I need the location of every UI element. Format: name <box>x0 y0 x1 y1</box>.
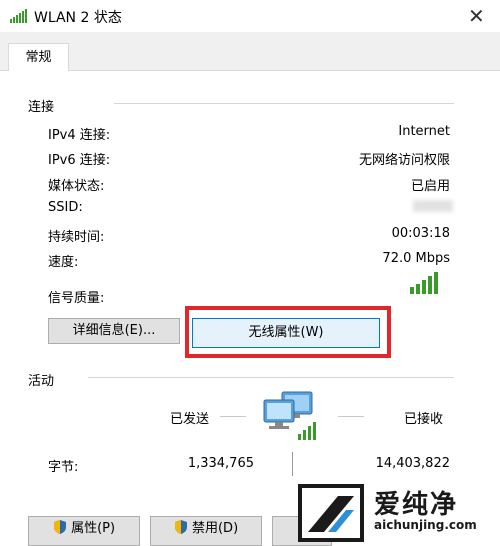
activity-group-divider <box>88 377 454 378</box>
signal-strength-icon <box>410 272 438 294</box>
ipv4-value: Internet <box>398 124 450 139</box>
bytes-received-value: 14,403,822 <box>375 456 450 471</box>
signal-quality-label: 信号质量: <box>48 291 105 306</box>
connection-group-divider <box>114 103 454 104</box>
activity-group-title: 活动 <box>28 374 55 389</box>
details-button[interactable]: 详细信息(E)... <box>48 318 180 344</box>
bytes-sent-value: 1,334,765 <box>187 456 254 471</box>
network-computers-icon <box>263 391 316 440</box>
bytes-label: 字节: <box>48 460 79 475</box>
wifi-signal-icon <box>10 9 27 23</box>
watermark-logo-icon <box>298 484 364 542</box>
shield-icon <box>174 520 187 534</box>
ipv6-label: IPv6 连接: <box>48 153 111 168</box>
received-label: 已接收 <box>404 412 444 427</box>
ssid-label: SSID: <box>48 200 83 215</box>
ssid-value-redacted <box>413 200 453 212</box>
sent-connector <box>220 416 246 417</box>
ipv4-label: IPv4 连接: <box>48 128 111 143</box>
tab-general[interactable]: 常规 <box>8 43 69 71</box>
media-state-label: 媒体状态: <box>48 179 105 194</box>
sent-label: 已发送 <box>170 412 210 427</box>
duration-label: 持续时间: <box>48 230 105 245</box>
window-title: WLAN 2 状态 <box>34 10 122 26</box>
speed-value: 72.0 Mbps <box>382 251 450 266</box>
speed-label: 速度: <box>48 255 79 270</box>
shield-icon <box>53 520 66 534</box>
duration-value: 00:03:18 <box>391 226 450 241</box>
ipv6-value: 无网络访问权限 <box>358 153 450 168</box>
tab-strip <box>0 32 500 70</box>
watermark-title: 爱纯净 <box>374 490 459 520</box>
close-icon[interactable]: ✕ <box>468 4 485 28</box>
panel-border <box>0 70 500 71</box>
watermark-site: aichunjing.com <box>374 518 477 532</box>
bytes-divider <box>292 452 293 476</box>
connection-group-title: 连接 <box>28 100 55 115</box>
media-state-value: 已启用 <box>410 179 450 194</box>
highlight-box <box>185 306 391 358</box>
received-connector <box>338 416 364 417</box>
disable-button-label: 禁用(D) <box>191 521 239 536</box>
properties-button-label: 属性(P) <box>71 521 116 536</box>
